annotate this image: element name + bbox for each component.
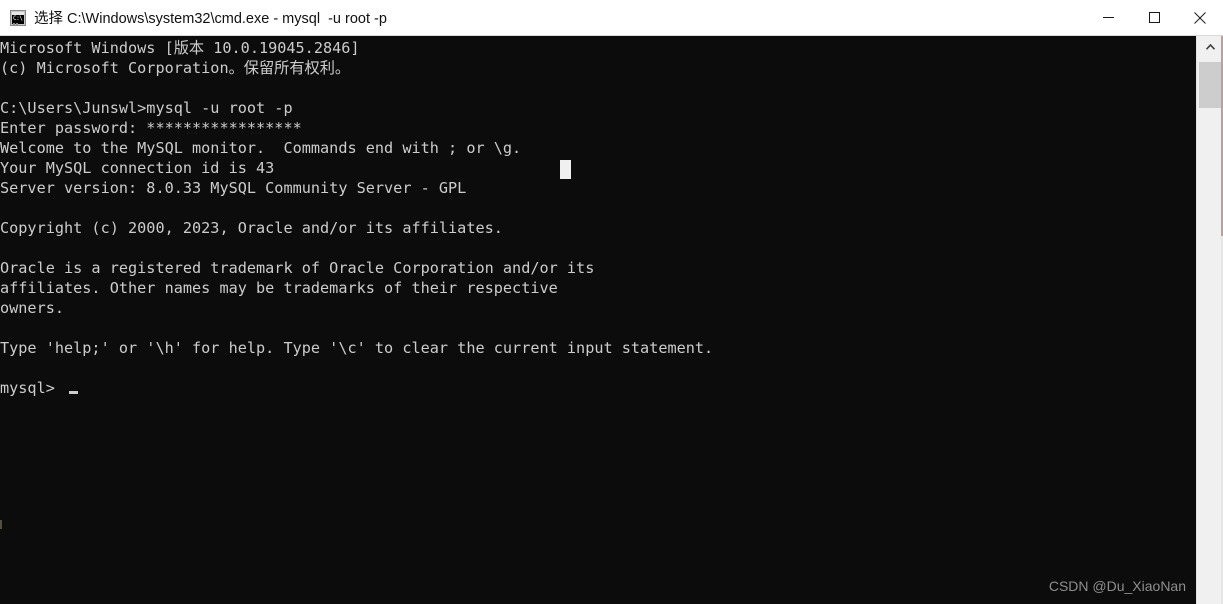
scrollbar-track[interactable] <box>1197 108 1223 604</box>
cmd-console-icon: C:\ <box>10 9 26 26</box>
window-title: 选择 C:\Windows\system32\cmd.exe - mysql -… <box>34 11 387 27</box>
minimize-button[interactable] <box>1085 0 1131 35</box>
window-controls <box>1085 0 1223 35</box>
close-button[interactable] <box>1177 0 1223 35</box>
maximize-button[interactable] <box>1131 0 1177 35</box>
scrollbar-thumb[interactable] <box>1199 62 1221 108</box>
csdn-watermark: CSDN @Du_XiaoNan <box>1048 578 1186 594</box>
title-bar[interactable]: C:\ 选择 C:\Windows\system32\cmd.exe - mys… <box>0 0 1223 36</box>
vertical-scrollbar[interactable] <box>1196 36 1223 604</box>
terminal-output-area[interactable]: Microsoft Windows [版本 10.0.19045.2846] (… <box>0 36 1196 604</box>
cmd-window: C:\ 选择 C:\Windows\system32\cmd.exe - mys… <box>0 0 1223 604</box>
scroll-up-button[interactable] <box>1197 36 1223 58</box>
chevron-up-icon <box>1205 44 1215 50</box>
terminal-text: Microsoft Windows [版本 10.0.19045.2846] (… <box>0 39 714 397</box>
left-edge-artifact <box>0 520 2 529</box>
terminal-input-caret <box>69 391 78 394</box>
cmd-icon-prompt-text: C:\ <box>13 14 23 22</box>
terminal-block-cursor <box>560 160 571 179</box>
